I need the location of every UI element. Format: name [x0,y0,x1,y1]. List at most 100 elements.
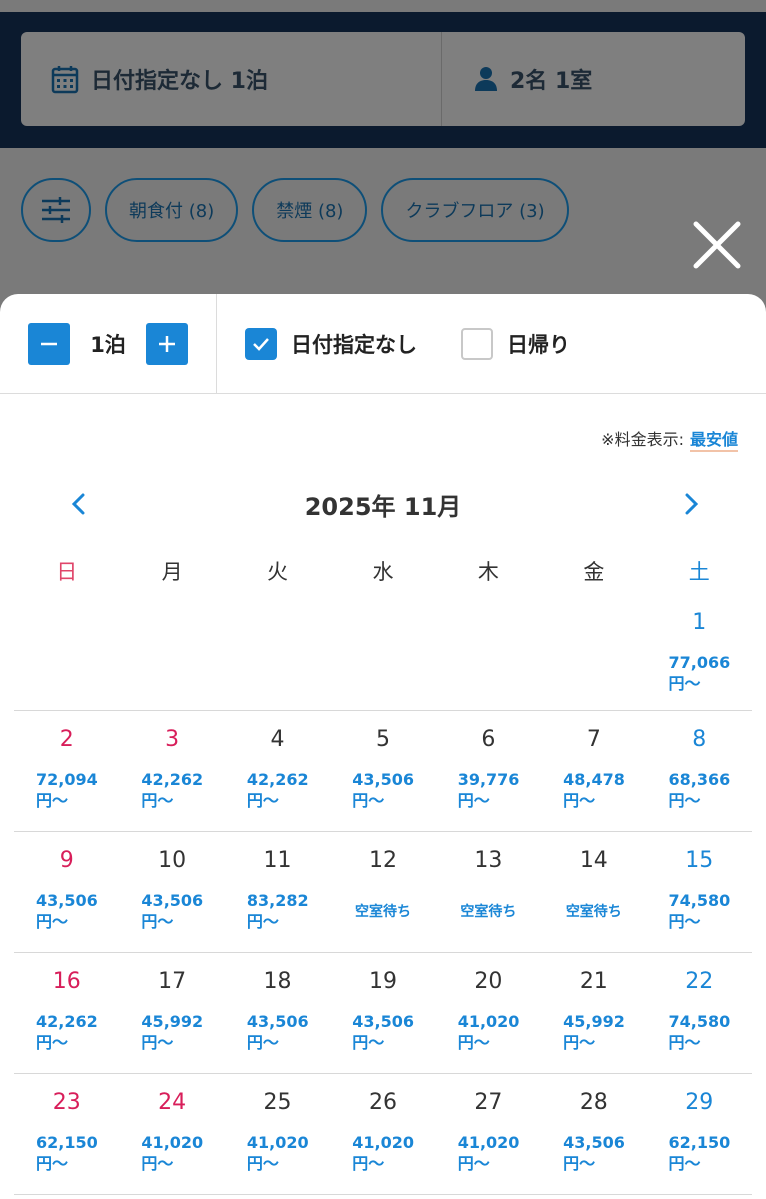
day-price: 43,506 円〜 [352,769,414,811]
day-number: 13 [474,848,503,873]
day-cell[interactable]: 28 43,506 円〜 [541,1074,646,1194]
day-cell[interactable]: 26 41,020 円〜 [330,1074,435,1194]
day-price: 62,150 円〜 [36,1132,98,1174]
day-cell[interactable]: 4 42,262 円〜 [225,711,330,831]
no-date-option[interactable]: 日付指定なし [245,327,417,360]
day-cell[interactable]: 7 48,478 円〜 [541,711,646,831]
day-cell[interactable]: 21 45,992 円〜 [541,953,646,1073]
day-cell[interactable]: 10 43,506 円〜 [119,832,224,952]
day-price: 74,580 円〜 [669,890,731,932]
chevron-right-icon[interactable] [674,486,708,522]
day-cell[interactable]: 23 62,150 円〜 [14,1074,119,1194]
waitlist-label: 空室待ち [354,904,411,920]
day-price-suffix: 円〜 [36,1033,69,1052]
day-price: 62,150 円〜 [669,1132,731,1174]
close-icon[interactable] [690,218,744,272]
day-price: 43,506 円〜 [36,890,98,932]
filter-settings-button[interactable] [21,178,91,242]
empty-day-cell [225,594,330,710]
guest-selector-text: 2名 1室 [510,69,593,94]
chip-non-smoking[interactable]: 禁煙 (8) [252,178,368,242]
day-price: 42,262 円〜 [36,1011,98,1053]
date-picker-sheet: 1泊 日付指定なし 日帰り ※料金表示: 最安値 2025年 11月 日 月 火 水 木… [0,294,766,1199]
calendar-icon [51,66,79,94]
day-number: 3 [165,727,180,752]
no-date-checkbox[interactable] [245,327,277,360]
weekday-label: 火 [267,560,289,584]
day-cell[interactable]: 16 42,262 円〜 [14,953,119,1073]
person-icon [475,67,497,91]
calendar-week: 9 43,506 円〜 10 43,506 円〜 11 83,282 円〜 12 空室待ち 13 空室待… [14,832,752,953]
day-cell[interactable]: 25 41,020 円〜 [225,1074,330,1194]
no-date-label: 日付指定なし [291,332,417,357]
day-price-value: 68,366 [668,770,731,789]
weekday-label: 水 [372,560,394,584]
chevron-left-icon[interactable] [62,486,96,522]
day-cell[interactable]: 6 39,776 円〜 [436,711,541,831]
month-title: 2025年 11月 [304,492,462,521]
day-cell[interactable]: 22 74,580 円〜 [647,953,752,1073]
day-price-suffix: 円〜 [36,1154,69,1173]
day-cell[interactable]: 24 41,020 円〜 [119,1074,224,1194]
day-cell[interactable]: 5 43,506 円〜 [330,711,435,831]
decrement-nights-button[interactable] [28,322,70,365]
day-price-value: 41,020 [457,1133,520,1152]
day-cell[interactable]: 11 83,282 円〜 [225,832,330,952]
day-price: 42,262 円〜 [247,769,309,811]
day-cell[interactable]: 29 62,150 円〜 [647,1074,752,1194]
weekday-label: 土 [688,560,710,584]
calendar-week: 23 62,150 円〜 24 41,020 円〜 25 41,020 円〜 26 41,020 円〜… [14,1074,752,1195]
guest-selector[interactable]: 2名 1室 [442,32,745,126]
day-cell[interactable]: 19 43,506 円〜 [330,953,435,1073]
day-cell[interactable]: 13 空室待ち [436,832,541,952]
price-display-note: ※料金表示: 最安値 [601,426,738,452]
check-icon [253,337,269,351]
day-price: 68,366 円〜 [669,769,731,811]
day-cell[interactable]: 3 42,262 円〜 [119,711,224,831]
day-number: 12 [368,848,397,873]
day-number: 4 [270,727,285,752]
chip-breakfast[interactable]: 朝食付 (8) [105,178,239,242]
day-price-suffix: 円〜 [563,1154,596,1173]
day-cell[interactable]: 27 41,020 円〜 [436,1074,541,1194]
day-cell[interactable]: 14 空室待ち [541,832,646,952]
day-cell[interactable]: 17 45,992 円〜 [119,953,224,1073]
nights-value: 1泊 [90,332,126,357]
chip-club-floor[interactable]: クラブフロア (3) [381,178,569,242]
sliders-icon [42,197,70,223]
day-price-value: 41,020 [457,1012,520,1031]
day-number: 19 [368,969,397,994]
day-cell[interactable]: 1 77,066 円〜 [647,594,752,710]
day-price-value: 41,020 [141,1133,204,1152]
day-price-suffix: 円〜 [141,791,174,810]
day-price-value: 62,150 [36,1133,98,1152]
day-cell[interactable]: 20 41,020 円〜 [436,953,541,1073]
price-display-mode[interactable]: 最安値 [689,426,738,452]
day-cell[interactable]: 18 43,506 円〜 [225,953,330,1073]
plus-icon [159,335,175,352]
day-price: 41,020 円〜 [141,1132,203,1174]
day-number: 14 [579,848,608,873]
date-selector[interactable]: 日付指定なし 1泊 [21,32,442,126]
day-price-value: 74,580 [668,1012,731,1031]
day-price-value: 41,020 [352,1133,415,1152]
day-number: 5 [375,727,390,752]
day-number: 1 [692,610,707,635]
day-trip-checkbox[interactable] [461,327,493,360]
day-cell[interactable]: 8 68,366 円〜 [647,711,752,831]
day-cell[interactable]: 15 74,580 円〜 [647,832,752,952]
empty-day-cell [14,594,119,710]
empty-day-cell [436,594,541,710]
day-price-suffix: 円〜 [246,912,279,931]
day-number: 29 [685,1090,714,1115]
day-price: 45,992 円〜 [141,1011,203,1053]
day-price-suffix: 円〜 [457,1154,490,1173]
day-cell[interactable]: 2 72,094 円〜 [14,711,119,831]
day-cell[interactable]: 12 空室待ち [330,832,435,952]
calendar-week: 16 42,262 円〜 17 45,992 円〜 18 43,506 円〜 19 43,506 円〜… [14,953,752,1074]
day-trip-option[interactable]: 日帰り [461,327,570,360]
day-price-suffix: 円〜 [352,1033,385,1052]
day-number: 28 [579,1090,608,1115]
increment-nights-button[interactable] [146,322,188,365]
day-cell[interactable]: 9 43,506 円〜 [14,832,119,952]
